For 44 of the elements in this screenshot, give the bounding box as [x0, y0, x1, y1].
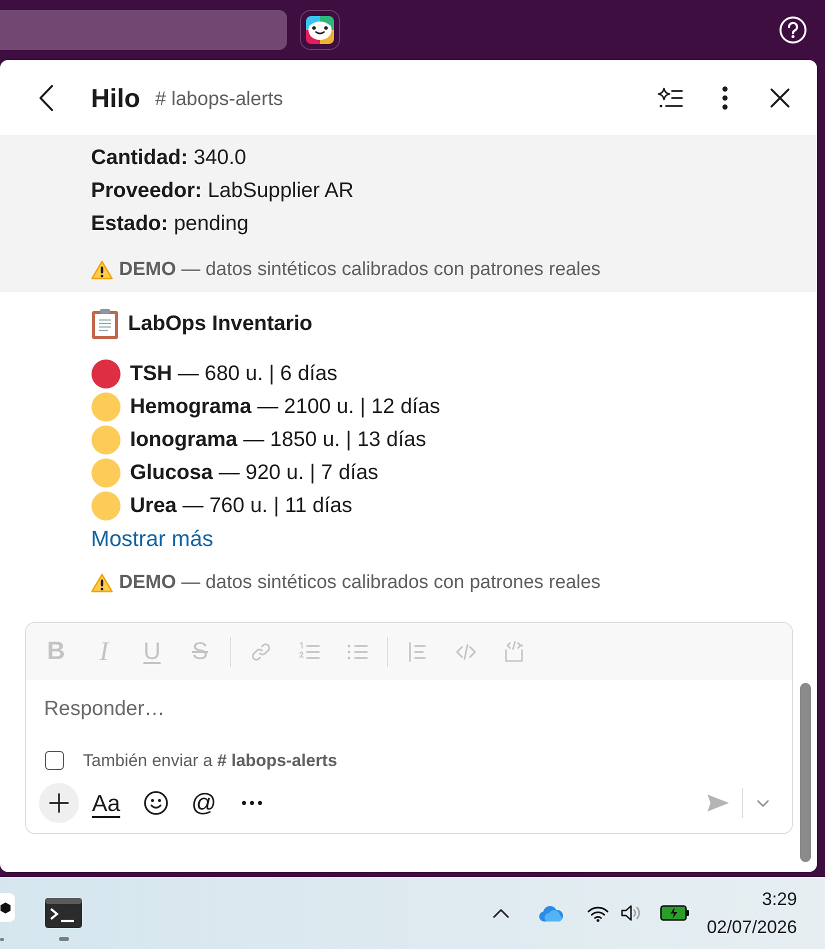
channel-name[interactable]: # labops-alerts: [155, 84, 284, 114]
demo-note: DEMO — datos sintéticos calibrados con patrones reales: [119, 570, 601, 595]
more-icon[interactable]: [722, 86, 728, 110]
emoji-icon[interactable]: [144, 791, 168, 815]
sparkle-list-icon[interactable]: [657, 86, 683, 108]
field-line: Cantidad: 340.0: [91, 145, 248, 171]
field-line: Estado: pending: [91, 211, 250, 237]
field-line: Proveedor: LabSupplier AR: [91, 178, 355, 204]
clock-date: 02/07/2026: [706, 916, 797, 939]
close-icon[interactable]: [770, 88, 790, 108]
plus-icon: [49, 793, 69, 813]
inventory-item: Hemograma — 2100 u. | 12 días: [130, 394, 440, 420]
thread-title: Hilo: [91, 82, 140, 114]
message-title: LabOps Inventario: [128, 311, 312, 338]
scrollbar[interactable]: [800, 683, 811, 862]
show-more-link[interactable]: Mostrar más: [91, 522, 214, 555]
taskbar-app-button[interactable]: [0, 893, 15, 922]
inventory-item: Glucosa — 920 u. | 7 días: [130, 460, 378, 486]
back-icon[interactable]: [39, 84, 53, 110]
search-field[interactable]: [0, 10, 287, 50]
inventory-item: Urea — 760 u. | 11 días: [130, 492, 352, 519]
caret-icon[interactable]: [757, 800, 769, 806]
hexagon-icon: [0, 902, 11, 914]
checkbox[interactable]: [45, 751, 64, 770]
inventory-item: Ionograma — 1850 u. | 13 días: [130, 426, 426, 453]
warning-icon: [91, 573, 113, 593]
terminal-icon[interactable]: [45, 898, 82, 928]
clock-time: 3:29: [760, 888, 797, 911]
clipboard-icon: [91, 308, 119, 340]
wifi-icon[interactable]: [586, 904, 609, 922]
speaker-icon[interactable]: [620, 904, 642, 922]
warning-icon: [91, 260, 113, 280]
inventory-item: TSH — 680 u. | 6 días: [130, 360, 338, 387]
mention-button[interactable]: @: [191, 789, 217, 817]
app-face-icon[interactable]: [300, 10, 340, 50]
also-send-label: También enviar a # labops-alerts: [83, 750, 338, 772]
text-format-button[interactable]: Aa: [92, 788, 120, 818]
more-icon[interactable]: [240, 800, 263, 806]
battery-icon[interactable]: [660, 905, 690, 921]
chevron-up-icon[interactable]: [492, 908, 509, 918]
cloud-icon[interactable]: [538, 904, 564, 922]
add-button[interactable]: [39, 783, 79, 823]
help-icon[interactable]: [779, 16, 807, 44]
demo-note: DEMO — datos sintéticos calibrados con patrones reales: [119, 258, 601, 282]
